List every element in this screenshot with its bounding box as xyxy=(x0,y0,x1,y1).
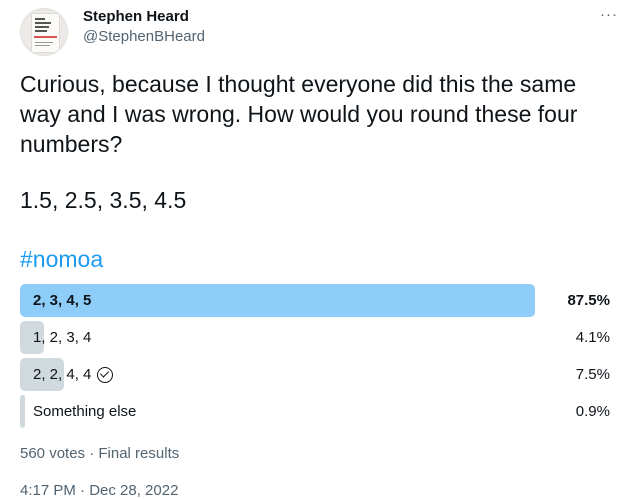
tweet-timestamp[interactable]: 4:17 PM · Dec 28, 2022 xyxy=(20,481,178,499)
poll-bar xyxy=(20,395,26,428)
poll-option-label: 2, 3, 4, 5 xyxy=(33,292,92,309)
voted-check-icon xyxy=(97,366,114,383)
tweet-header: Stephen Heard @StephenBHeard ··· xyxy=(20,6,620,56)
poll-option-label: 2, 2, 4, 4 xyxy=(33,366,92,383)
tweet-text: Curious, because I thought everyone did … xyxy=(20,71,578,157)
poll-bar xyxy=(20,284,535,317)
poll-option-label: Something else xyxy=(33,403,137,420)
poll-percent: 7.5% xyxy=(575,366,610,383)
poll-percent: 4.1% xyxy=(575,329,610,346)
more-options-icon[interactable]: ··· xyxy=(600,7,618,23)
poll-option: 2, 2, 4, 4 7.5% xyxy=(20,358,610,391)
tweet-numbers: 1.5, 2.5, 3.5, 4.5 xyxy=(20,187,187,213)
book-cover-image xyxy=(32,14,59,52)
poll-meta: 560 votes · Final results xyxy=(20,445,180,462)
poll: 2, 3, 4, 5 87.5% 1, 2, 3, 4 4.1% 2, 2, 4… xyxy=(20,284,610,432)
author-handle[interactable]: @StephenBHeard xyxy=(83,27,205,47)
poll-option-label: 1, 2, 3, 4 xyxy=(33,329,92,346)
hashtag-link[interactable]: #nomoa xyxy=(20,244,103,274)
poll-option: Something else 0.9% xyxy=(20,395,610,428)
poll-option: 2, 3, 4, 5 87.5% xyxy=(20,284,610,317)
poll-percent: 87.5% xyxy=(567,292,610,309)
poll-option: 1, 2, 3, 4 4.1% xyxy=(20,321,610,354)
poll-percent: 0.9% xyxy=(575,403,610,420)
avatar[interactable] xyxy=(20,8,68,56)
author-name[interactable]: Stephen Heard xyxy=(83,7,189,27)
